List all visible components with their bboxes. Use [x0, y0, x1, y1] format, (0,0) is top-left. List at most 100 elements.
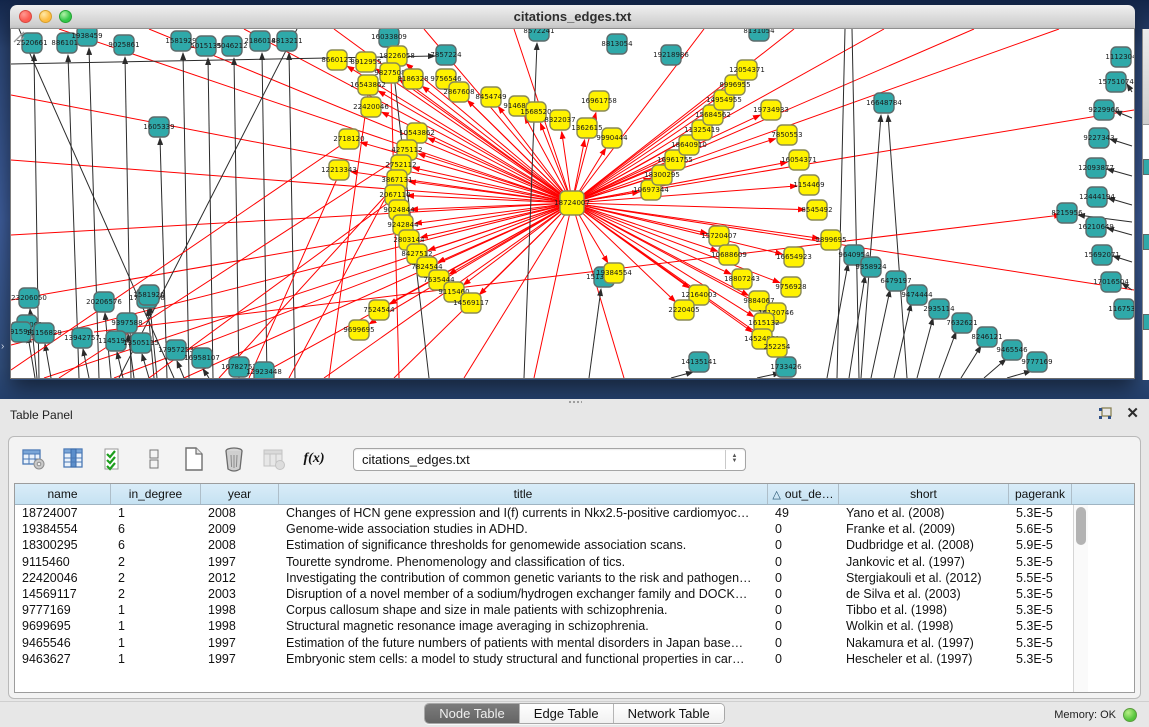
table-cell: 1998 — [201, 619, 279, 633]
svg-text:12054371: 12054371 — [729, 66, 765, 74]
svg-text:8660123: 8660123 — [321, 56, 352, 64]
table-row[interactable]: 2242004622012Investigating the contribut… — [15, 570, 1134, 586]
table-cell: Yano et al. (2008) — [839, 506, 1009, 520]
svg-text:12164003: 12164003 — [681, 291, 717, 299]
column-header-title[interactable]: title — [279, 484, 768, 504]
svg-text:15751074: 15751074 — [1098, 78, 1134, 86]
column-header-in_degree[interactable]: in_degree — [111, 484, 201, 504]
table-cell: Investigating the contribution of common… — [279, 571, 768, 585]
table-cell: 1 — [111, 619, 201, 633]
table-selector-dropdown[interactable]: citations_edges.txt ▲▼ — [353, 448, 746, 471]
svg-text:1581920: 1581920 — [133, 291, 164, 299]
column-header-name[interactable]: name — [15, 484, 111, 504]
panel-collapse-arrow-icon[interactable]: › — [1, 341, 4, 352]
table-cell: 2008 — [201, 538, 279, 552]
network-canvas[interactable]: 2520661886101219384599025861158192950151… — [10, 29, 1135, 379]
svg-text:9397588: 9397588 — [111, 319, 142, 327]
table-selector-value: citations_edges.txt — [362, 452, 470, 467]
svg-text:9474444: 9474444 — [901, 291, 933, 299]
table-cell: 0 — [768, 555, 839, 569]
table-toolbar: f(x) citations_edges.txt ▲▼ — [9, 437, 1140, 481]
table-cell: 5.3E-5 — [1009, 636, 1072, 650]
new-file-button[interactable] — [181, 446, 207, 472]
table-panel-header: Table Panel ✕ — [0, 399, 1149, 431]
table-cell: 5.5E-5 — [1009, 571, 1072, 585]
svg-text:9025861: 9025861 — [108, 41, 139, 49]
table-cell: 5.9E-5 — [1009, 538, 1072, 552]
table-cell: Jankovic et al. (1997) — [839, 555, 1009, 569]
svg-text:8545492: 8545492 — [801, 206, 832, 214]
svg-text:15720407: 15720407 — [701, 232, 737, 240]
table-row[interactable]: 1456911722003Disruption of a novel membe… — [15, 586, 1134, 602]
table-cell: Genome-wide association studies in ADHD. — [279, 522, 768, 536]
table-cell: 19384554 — [15, 522, 111, 536]
table-cell: Nakamura et al. (1997) — [839, 636, 1009, 650]
table-cell: 5.3E-5 — [1009, 555, 1072, 569]
table-cell: 0 — [768, 538, 839, 552]
table-vertical-scrollbar[interactable] — [1073, 505, 1088, 692]
memory-status-label: Memory: OK — [1054, 709, 1116, 721]
svg-text:1938459: 1938459 — [71, 32, 102, 40]
close-panel-icon[interactable]: ✕ — [1126, 406, 1139, 421]
table-row[interactable]: 1872400712008Changes of HCN gene express… — [15, 505, 1134, 521]
float-panel-icon[interactable] — [1098, 407, 1112, 420]
svg-text:7632621: 7632621 — [946, 319, 977, 327]
column-header-out_de[interactable]: △out_de… — [768, 484, 839, 504]
window-resize-grip[interactable] — [11, 29, 25, 43]
table-row[interactable]: 969969511998Structural magnetic resonanc… — [15, 618, 1134, 634]
svg-text:1362615: 1362615 — [571, 124, 602, 132]
svg-text:17016504: 17016504 — [1093, 278, 1129, 286]
table-cell: 2003 — [201, 587, 279, 601]
svg-text:2718120: 2718120 — [333, 135, 364, 143]
column-header-year[interactable]: year — [201, 484, 279, 504]
delete-button[interactable] — [221, 446, 247, 472]
svg-text:8454749: 8454749 — [475, 93, 506, 101]
column-header-pagerank[interactable]: pagerank — [1009, 484, 1072, 504]
table-cell: 2012 — [201, 571, 279, 585]
table-cell: 18724007 — [15, 506, 111, 520]
table-cell: Tourette syndrome. Phenomenology and cla… — [279, 555, 768, 569]
table-panel: Table Panel ✕ — [0, 399, 1149, 727]
select-columns-button[interactable] — [61, 446, 87, 472]
import-table-button-disabled — [261, 446, 287, 472]
table-settings-button[interactable] — [21, 446, 47, 472]
table-row[interactable]: 977716911998Corpus callosum shape and si… — [15, 602, 1134, 618]
table-row[interactable]: 1830029562008Estimation of significance … — [15, 537, 1134, 553]
validate-columns-button[interactable] — [101, 446, 127, 472]
function-builder-button[interactable]: f(x) — [301, 446, 327, 472]
table-cell: 2 — [111, 571, 201, 585]
svg-text:13942757: 13942757 — [64, 334, 100, 342]
memory-status-indicator[interactable] — [1123, 708, 1137, 722]
network-window-titlebar[interactable]: citations_edges.txt — [10, 5, 1135, 29]
svg-text:17957253: 17957253 — [158, 346, 194, 354]
svg-text:18724007: 18724007 — [554, 199, 590, 207]
svg-text:16648784: 16648784 — [866, 99, 902, 107]
table-cell: Franke et al. (2009) — [839, 522, 1009, 536]
column-header-short[interactable]: short — [839, 484, 1009, 504]
svg-text:16961758: 16961758 — [581, 97, 617, 105]
table-cell: Embryonic stem cells: a model to study s… — [279, 652, 768, 666]
svg-text:9756928: 9756928 — [775, 283, 806, 291]
table-panel-title: Table Panel — [10, 408, 73, 422]
table-row[interactable]: 946554611997Estimation of the future num… — [15, 635, 1134, 651]
table-row[interactable]: 1938455462009Genome-wide association stu… — [15, 521, 1134, 537]
svg-text:16654923: 16654923 — [776, 253, 812, 261]
svg-text:14569117: 14569117 — [453, 299, 489, 307]
scrollbar-thumb[interactable] — [1076, 507, 1086, 545]
row-tools-button[interactable] — [141, 446, 167, 472]
table-row[interactable]: 911546021997Tourette syndrome. Phenomeno… — [15, 554, 1134, 570]
table-cell: 1 — [111, 603, 201, 617]
svg-text:2752112: 2752112 — [385, 161, 416, 169]
svg-text:2935114: 2935114 — [923, 305, 955, 313]
network-canvas-svg: 2520661886101219384599025861158192950151… — [11, 29, 1134, 379]
table-cell: 22420046 — [15, 571, 111, 585]
table-row[interactable]: 946362711997Embryonic stem cells: a mode… — [15, 651, 1134, 667]
svg-text:2067110: 2067110 — [379, 191, 410, 199]
table-cell: 1 — [111, 636, 201, 650]
svg-text:7524544: 7524544 — [363, 306, 395, 314]
table-cell: 5.6E-5 — [1009, 522, 1072, 536]
svg-text:14135141: 14135141 — [681, 358, 717, 366]
window-title: citations_edges.txt — [10, 9, 1135, 24]
svg-text:15684562: 15684562 — [695, 111, 731, 119]
table-header-row: namein_degreeyeartitle△out_de…shortpager… — [15, 484, 1134, 505]
